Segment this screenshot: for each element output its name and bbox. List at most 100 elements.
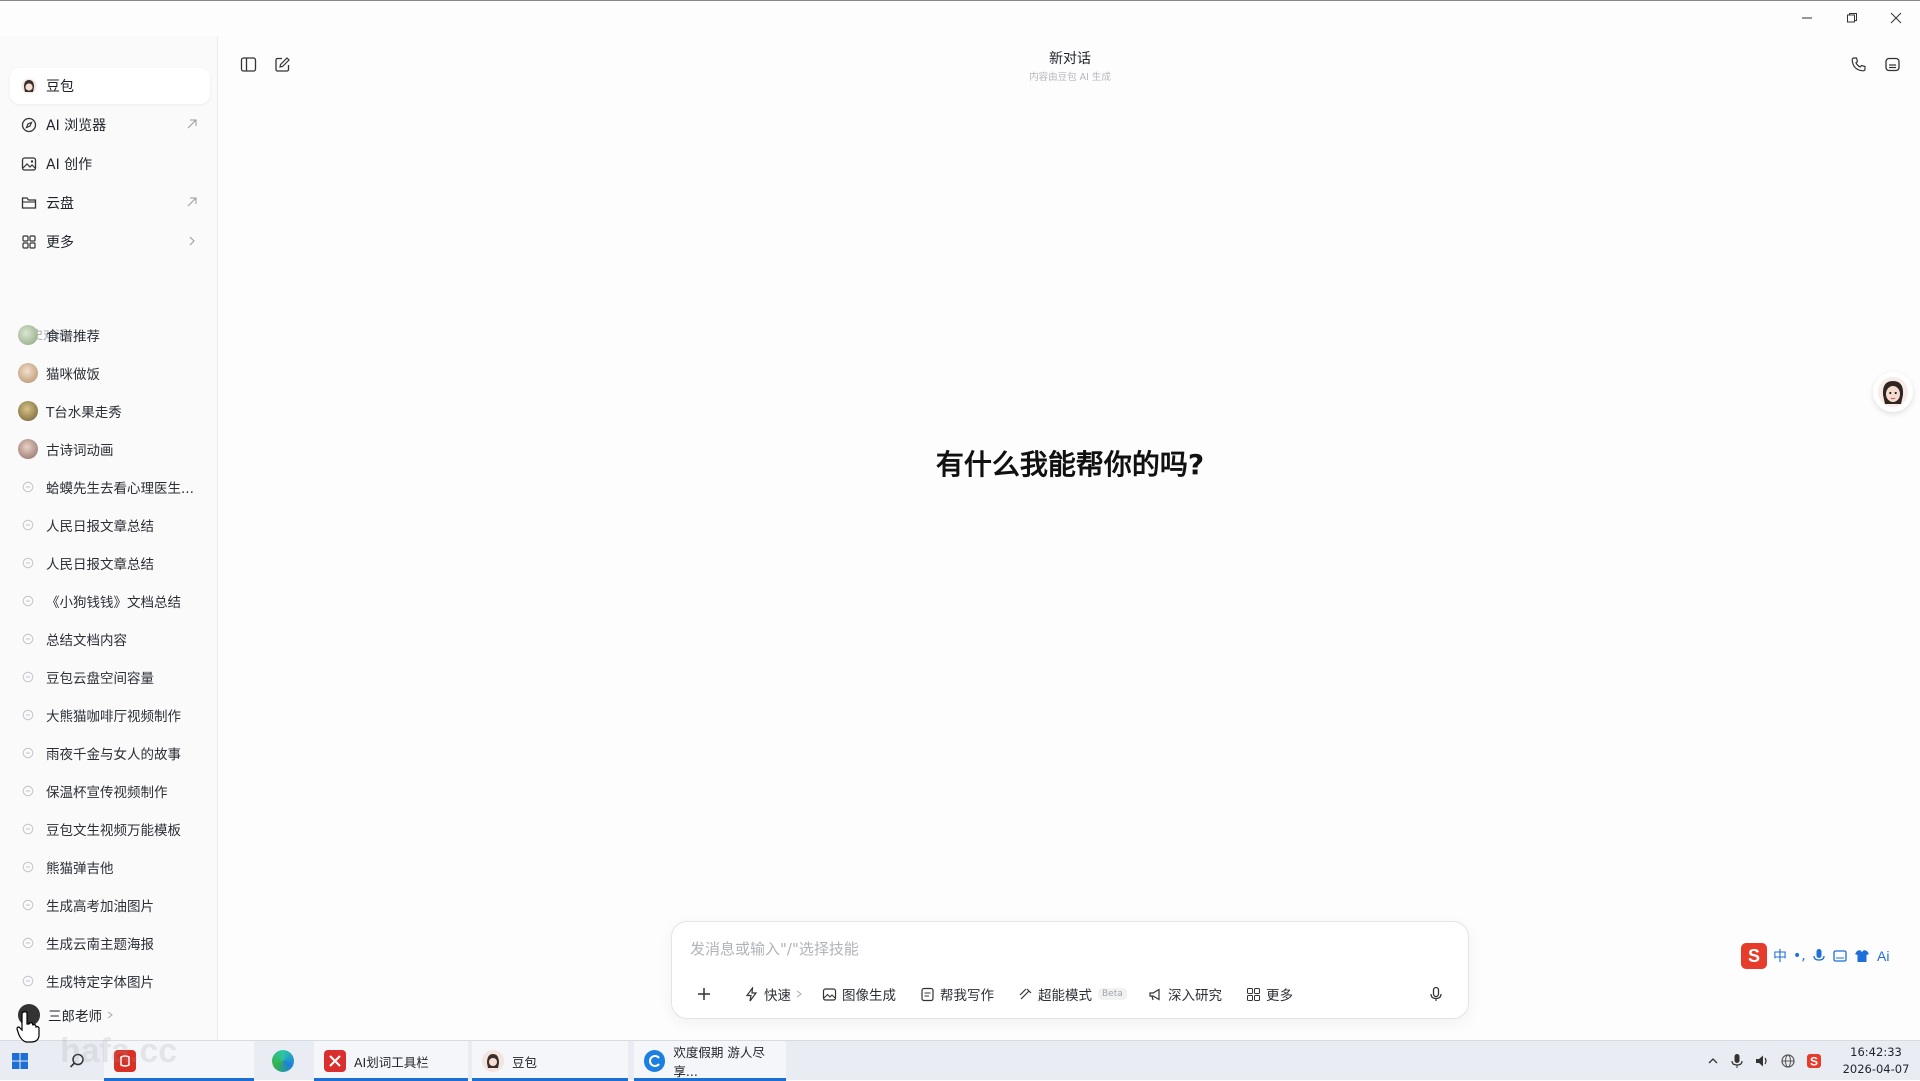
voice-call-button[interactable] xyxy=(1846,52,1870,76)
history-item[interactable]: 古诗词动画 xyxy=(10,434,210,464)
image-create-icon xyxy=(20,155,38,173)
sparkle-icon xyxy=(1019,988,1032,999)
history-item[interactable]: 食谱推荐 xyxy=(10,320,210,350)
nav-item-ai-browser[interactable]: AI 浏览器 xyxy=(10,107,210,143)
attach-button[interactable] xyxy=(690,980,718,1008)
writing-assistant-button[interactable]: 帮我写作 xyxy=(920,980,994,1008)
document-icon xyxy=(921,987,934,1001)
nav-item-more[interactable]: 更多 xyxy=(10,224,210,260)
hand-cursor-icon xyxy=(16,1011,40,1043)
skin-shirt-icon[interactable] xyxy=(1854,948,1870,964)
nav-item-doubao[interactable]: 豆包 xyxy=(10,68,210,104)
folder-icon xyxy=(20,194,38,212)
user-name: 三郎老师 xyxy=(48,1009,102,1025)
doubao-avatar-icon xyxy=(482,1050,504,1072)
lightning-icon xyxy=(745,986,758,1001)
external-arrow-icon xyxy=(187,197,197,207)
history-item[interactable]: 雨夜千金与女人的故事 xyxy=(10,738,210,768)
chat-bubble-icon xyxy=(18,591,38,611)
nav-item-cloud-drive[interactable]: 云盘 xyxy=(10,185,210,221)
more-tools-button[interactable]: 更多 xyxy=(1246,980,1293,1008)
plus-icon xyxy=(698,988,710,1000)
history-item[interactable]: 熊猫弹吉他 xyxy=(10,852,210,882)
sogou-logo-icon[interactable]: S xyxy=(1741,943,1767,969)
history-item[interactable]: 生成云南主题海报 xyxy=(10,928,210,958)
svg-text:S: S xyxy=(1810,1055,1818,1069)
punctuation-icon[interactable]: •, xyxy=(1793,948,1806,964)
voice-input-button[interactable] xyxy=(1422,980,1450,1008)
volume-icon[interactable] xyxy=(1754,1053,1770,1069)
nav-label: 更多 xyxy=(46,235,74,251)
doubao-app-window: 豆包 AI 浏览器 AI 创作 云盘 更多 历史对话 食谱推荐 猫咪做饭 T台水… xyxy=(0,0,1920,1040)
history-item[interactable]: T台水果走秀 xyxy=(10,396,210,426)
sidebar-panel-icon xyxy=(240,56,256,72)
sogou-tray-icon[interactable]: S xyxy=(1806,1053,1822,1069)
history-item[interactable]: 生成高考加油图片 xyxy=(10,890,210,920)
history-item[interactable]: 大熊猫咖啡厅视频制作 xyxy=(10,700,210,730)
taskbar-app-browser[interactable]: 欢度假期 游人尽享... xyxy=(634,1041,786,1081)
compass-icon xyxy=(20,116,38,134)
chat-thumbnail xyxy=(18,325,38,345)
beta-badge: Beta xyxy=(1098,988,1127,1000)
chat-bubble-icon xyxy=(18,933,38,953)
history-item[interactable]: 人民日报文章总结 xyxy=(10,510,210,540)
network-icon[interactable] xyxy=(1780,1053,1796,1069)
start-button[interactable] xyxy=(0,1041,50,1081)
super-mode-button[interactable]: 超能模式 Beta xyxy=(1018,980,1127,1008)
chevron-up-icon[interactable] xyxy=(1706,1054,1720,1068)
taskbar-app-ai-toolbar[interactable]: AI划词工具栏 xyxy=(314,1041,468,1081)
taskbar-app-edge[interactable] xyxy=(262,1041,306,1081)
phone-icon xyxy=(1851,56,1866,71)
restore-button[interactable] xyxy=(1840,7,1864,29)
chat-bubble-icon xyxy=(18,667,38,687)
minimize-button[interactable] xyxy=(1795,7,1819,29)
keyboard-icon[interactable] xyxy=(1832,948,1848,964)
chat-bubble-icon xyxy=(18,629,38,649)
message-input[interactable] xyxy=(690,934,1430,964)
chat-bubble-icon xyxy=(18,743,38,763)
chevron-right-icon xyxy=(796,990,802,998)
share-window-icon xyxy=(1884,57,1900,71)
chat-bubble-icon xyxy=(18,705,38,725)
assistant-avatar-button[interactable] xyxy=(1873,372,1913,412)
history-item[interactable]: 猫咪做饭 xyxy=(10,358,210,388)
image-generation-button[interactable]: 图像生成 xyxy=(822,980,896,1008)
nav-item-ai-create[interactable]: AI 创作 xyxy=(10,146,210,182)
chat-thumbnail xyxy=(18,439,38,459)
chat-bubble-icon xyxy=(18,553,38,573)
edge-browser-icon xyxy=(272,1050,294,1072)
doubao-avatar-icon xyxy=(1878,377,1908,407)
quick-mode-button[interactable]: 快速 xyxy=(744,980,803,1008)
chat-thumbnail xyxy=(18,363,38,383)
doubao-avatar-icon xyxy=(20,77,38,95)
chat-thumbnail xyxy=(18,401,38,421)
megaphone-icon xyxy=(1149,987,1160,1001)
history-item[interactable]: 总结文档内容 xyxy=(10,624,210,654)
ai-highlight-tool-icon xyxy=(324,1050,346,1072)
share-button[interactable] xyxy=(1880,52,1904,76)
history-item[interactable]: 生成特定字体图片 xyxy=(10,966,210,996)
browser-icon xyxy=(644,1050,666,1072)
image-icon xyxy=(822,987,837,1001)
deep-research-button[interactable]: 深入研究 xyxy=(1148,980,1222,1008)
ai-assistant-icon[interactable]: Ai xyxy=(1876,948,1896,964)
clock-time: 16:42:33 xyxy=(1850,1045,1902,1059)
nav-label: AI 创作 xyxy=(46,157,93,173)
taskbar-app-doubao[interactable]: 豆包 xyxy=(472,1041,628,1081)
toggle-sidebar-button[interactable] xyxy=(236,52,260,76)
history-item[interactable]: 蛤蟆先生去看心理医生... xyxy=(10,472,210,502)
microphone-icon[interactable] xyxy=(1730,1053,1744,1069)
history-item[interactable]: 《小狗钱钱》文档总结 xyxy=(10,586,210,616)
history-item[interactable]: 豆包云盘空间容量 xyxy=(10,662,210,692)
system-clock[interactable]: 16:42:33 2026-04-07 xyxy=(1836,1044,1916,1078)
new-chat-button[interactable] xyxy=(270,52,294,76)
close-button[interactable] xyxy=(1884,7,1908,29)
history-item[interactable]: 豆包文生视频万能模板 xyxy=(10,814,210,844)
chat-bubble-icon xyxy=(18,781,38,801)
history-item[interactable]: 人民日报文章总结 xyxy=(10,548,210,578)
microphone-icon[interactable] xyxy=(1812,948,1826,964)
ime-language[interactable]: 中 xyxy=(1773,946,1787,966)
history-item[interactable]: 保温杯宣传视频制作 xyxy=(10,776,210,806)
chat-bubble-icon xyxy=(18,819,38,839)
chevron-right-icon xyxy=(189,236,195,246)
